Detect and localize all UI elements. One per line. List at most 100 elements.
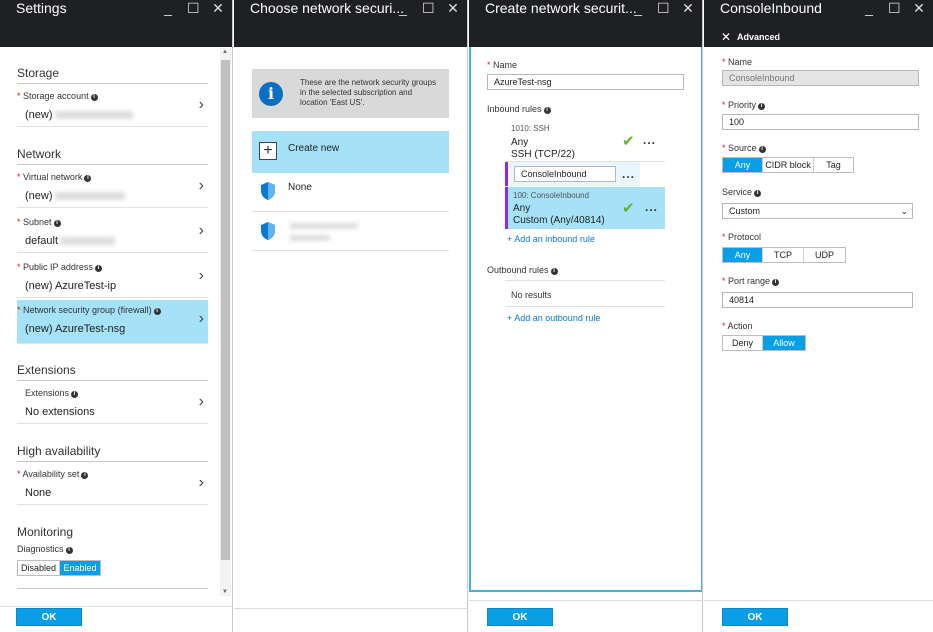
shield-icon	[261, 182, 275, 200]
info-icon: i	[65, 547, 73, 554]
action-toggle[interactable]: Deny Allow	[722, 335, 806, 351]
scrollbar-thumb[interactable]	[221, 60, 230, 560]
rule-footer: OK	[704, 600, 933, 632]
inbound-rule-edit-row[interactable]: ConsoleInbound ...	[505, 162, 640, 186]
check-icon: ✔	[622, 133, 635, 150]
source-any-option[interactable]: Any	[723, 158, 763, 172]
nsg-name-input[interactable]: AzureTest-nsg	[487, 74, 684, 90]
scroll-down-icon[interactable]: ▼	[222, 589, 228, 595]
diagnostics-enabled-option[interactable]: Enabled	[60, 561, 100, 575]
public-ip-field[interactable]: * Public IP address i (new) AzureTest-ip …	[17, 257, 208, 298]
ok-button[interactable]: OK	[722, 608, 788, 626]
add-outbound-rule-link[interactable]: + Add an outbound rule	[507, 313, 600, 323]
protocol-label: Protocol	[728, 232, 762, 242]
nsg-field[interactable]: * Network security group (firewall) i (ne…	[17, 300, 208, 344]
service-select[interactable]: Custom ⌄	[722, 203, 913, 219]
add-inbound-rule-link[interactable]: + Add an inbound rule	[507, 234, 595, 244]
virtual-network-value: (new)	[25, 190, 53, 202]
command-bar: ✕ Advanced	[704, 28, 933, 47]
protocol-any-option[interactable]: Any	[723, 248, 763, 262]
protocol-udp-option[interactable]: UDP	[804, 248, 845, 262]
protocol-tcp-option[interactable]: TCP	[763, 248, 804, 262]
close-icon[interactable]: ✕	[447, 0, 459, 16]
rule-source: Any	[513, 203, 531, 214]
divider	[17, 83, 208, 84]
nsg-option-existing[interactable]	[252, 212, 449, 251]
extensions-field[interactable]: Extensions i No extensions ›	[17, 383, 208, 424]
rule-service: Custom (Any/40814)	[513, 215, 605, 226]
info-icon: i	[84, 175, 92, 182]
maximize-icon[interactable]: ☐	[888, 0, 901, 16]
source-cidr-option[interactable]: CIDR block	[763, 158, 814, 172]
maximize-icon[interactable]: ☐	[657, 0, 670, 16]
info-icon: i	[550, 268, 558, 275]
diagnostics-disabled-option[interactable]: Disabled	[18, 561, 60, 575]
scrollbar[interactable]: ▲ ▼	[220, 48, 231, 596]
minimize-icon[interactable]: _	[863, 0, 875, 16]
port-range-input[interactable]: 40814	[722, 292, 913, 308]
more-options-icon[interactable]: ...	[643, 133, 656, 147]
service-label: Service	[722, 187, 753, 197]
virtual-network-field[interactable]: * Virtual network i (new) ›	[17, 167, 208, 208]
create-new-item[interactable]: + Create new	[252, 131, 449, 173]
redacted-text	[60, 237, 116, 246]
more-options-icon[interactable]: ...	[645, 200, 658, 214]
info-icon: i	[754, 190, 762, 197]
action-allow-option[interactable]: Allow	[763, 336, 805, 350]
public-ip-label: Public IP address	[23, 262, 93, 272]
divider	[17, 164, 208, 165]
outbound-rules-label: Outbound rules	[487, 265, 549, 275]
virtual-network-label: Virtual network	[23, 172, 83, 182]
section-monitoring: Monitoring	[17, 525, 74, 539]
action-label: Action	[727, 321, 753, 331]
maximize-icon[interactable]: ☐	[187, 0, 200, 16]
inbound-rule-ssh[interactable]: 1010: SSH Any SSH (TCP/22) ✔ ...	[505, 121, 665, 162]
action-deny-option[interactable]: Deny	[723, 336, 763, 350]
diagnostics-toggle[interactable]: Disabled Enabled	[17, 560, 101, 576]
advanced-button[interactable]: Advanced	[737, 32, 780, 42]
availability-set-field[interactable]: * Availability set i None ›	[17, 464, 208, 505]
close-icon[interactable]: ✕	[212, 0, 224, 16]
no-results-text: No results	[511, 290, 552, 300]
minimize-icon[interactable]: _	[632, 0, 644, 16]
chevron-right-icon: ›	[198, 393, 204, 410]
inbound-rule-consoleinbound[interactable]: 100: ConsoleInbound Any Custom (Any/4081…	[505, 187, 665, 229]
info-icon: i	[772, 279, 780, 286]
more-options-icon[interactable]: ...	[622, 167, 635, 181]
none-label: None	[288, 182, 312, 193]
minimize-icon[interactable]: _	[397, 0, 409, 16]
rule-source: Any	[511, 137, 529, 148]
chevron-right-icon: ›	[198, 474, 204, 491]
close-icon[interactable]: ✕	[682, 0, 694, 16]
close-icon[interactable]: ✕	[913, 0, 925, 16]
info-icon: i	[153, 308, 161, 315]
settings-header: Settings _ ☐ ✕	[0, 0, 232, 47]
rule-name-field: ConsoleInbound	[722, 70, 919, 86]
storage-account-field[interactable]: * Storage account i (new) ›	[17, 86, 208, 127]
blade-title: ConsoleInbound	[720, 0, 822, 16]
chevron-right-icon: ›	[198, 96, 204, 113]
public-ip-value: (new) AzureTest-ip	[25, 280, 117, 292]
inbound-rules-label: Inbound rules	[487, 104, 542, 114]
minimize-icon[interactable]: _	[162, 0, 174, 16]
subnet-field[interactable]: * Subnet i default ›	[17, 212, 208, 253]
storage-account-value: (new)	[25, 109, 53, 121]
nsg-option-none[interactable]: None	[252, 173, 449, 212]
divider	[17, 380, 208, 381]
chevron-down-icon: ⌄	[900, 206, 908, 216]
subnet-label: Subnet	[23, 217, 52, 227]
source-toggle[interactable]: Any CIDR block Tag	[722, 157, 854, 173]
ok-button[interactable]: OK	[16, 608, 82, 626]
priority-input[interactable]: 100	[722, 114, 919, 130]
ok-button[interactable]: OK	[487, 608, 553, 626]
maximize-icon[interactable]: ☐	[422, 0, 435, 16]
settings-footer: OK	[0, 606, 232, 632]
redacted-text	[54, 111, 133, 120]
rule-name-input[interactable]: ConsoleInbound	[514, 166, 616, 182]
source-tag-option[interactable]: Tag	[814, 158, 853, 172]
protocol-toggle[interactable]: Any TCP UDP	[722, 247, 846, 263]
scroll-up-icon[interactable]: ▲	[222, 49, 228, 55]
tools-icon[interactable]: ✕	[721, 30, 731, 44]
service-value: Custom	[729, 206, 761, 216]
subnet-value: default	[25, 235, 59, 247]
